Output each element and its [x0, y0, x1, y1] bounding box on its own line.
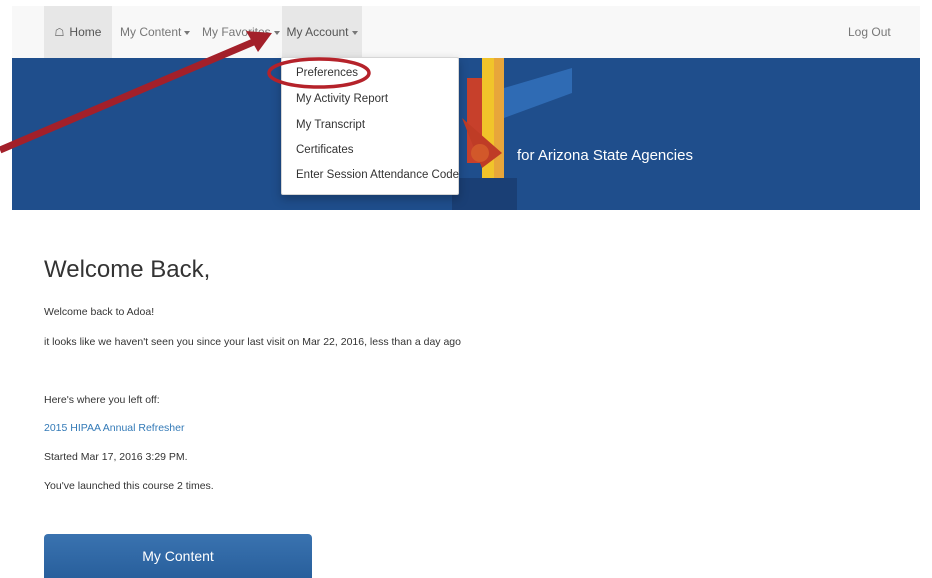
course-link[interactable]: 2015 HIPAA Annual Refresher	[44, 422, 184, 434]
arizona-flag-logo	[452, 58, 572, 210]
my-account-dropdown: Preferences My Activity Report My Transc…	[281, 57, 459, 195]
logout-link[interactable]: Log Out	[848, 6, 891, 58]
top-navbar: ☖ Home My Content My Favorites My Account…	[12, 6, 920, 59]
left-off-label: Here's where you left off:	[44, 394, 160, 406]
menu-item-transcript[interactable]: My Transcript	[296, 119, 365, 131]
last-visit-text: it looks like we haven't seen you since …	[44, 336, 461, 348]
caret-down-icon	[351, 30, 358, 35]
menu-item-activity-report[interactable]: My Activity Report	[296, 93, 388, 105]
greeting-text: Welcome back to Adoa!	[44, 306, 155, 318]
nav-home[interactable]: ☖ Home	[44, 6, 112, 58]
nav-my-content[interactable]: My Content	[120, 6, 191, 58]
my-content-button[interactable]: My Content	[44, 534, 312, 578]
home-icon: ☖	[54, 27, 65, 39]
nav-my-favorites[interactable]: My Favorites	[202, 6, 280, 58]
menu-item-certificates[interactable]: Certificates	[296, 144, 354, 156]
launched-text: You've launched this course 2 times.	[44, 480, 214, 492]
menu-item-attendance-code[interactable]: Enter Session Attendance Code	[296, 169, 459, 181]
caret-down-icon	[184, 30, 191, 35]
banner-tagline: for Arizona State Agencies	[517, 147, 693, 164]
started-text: Started Mar 17, 2016 3:29 PM.	[44, 451, 188, 463]
header-banner	[12, 58, 920, 210]
page-title: Welcome Back,	[44, 256, 211, 283]
caret-down-icon	[273, 30, 280, 35]
menu-item-preferences[interactable]: Preferences	[296, 67, 358, 79]
nav-my-account[interactable]: My Account	[282, 6, 362, 58]
